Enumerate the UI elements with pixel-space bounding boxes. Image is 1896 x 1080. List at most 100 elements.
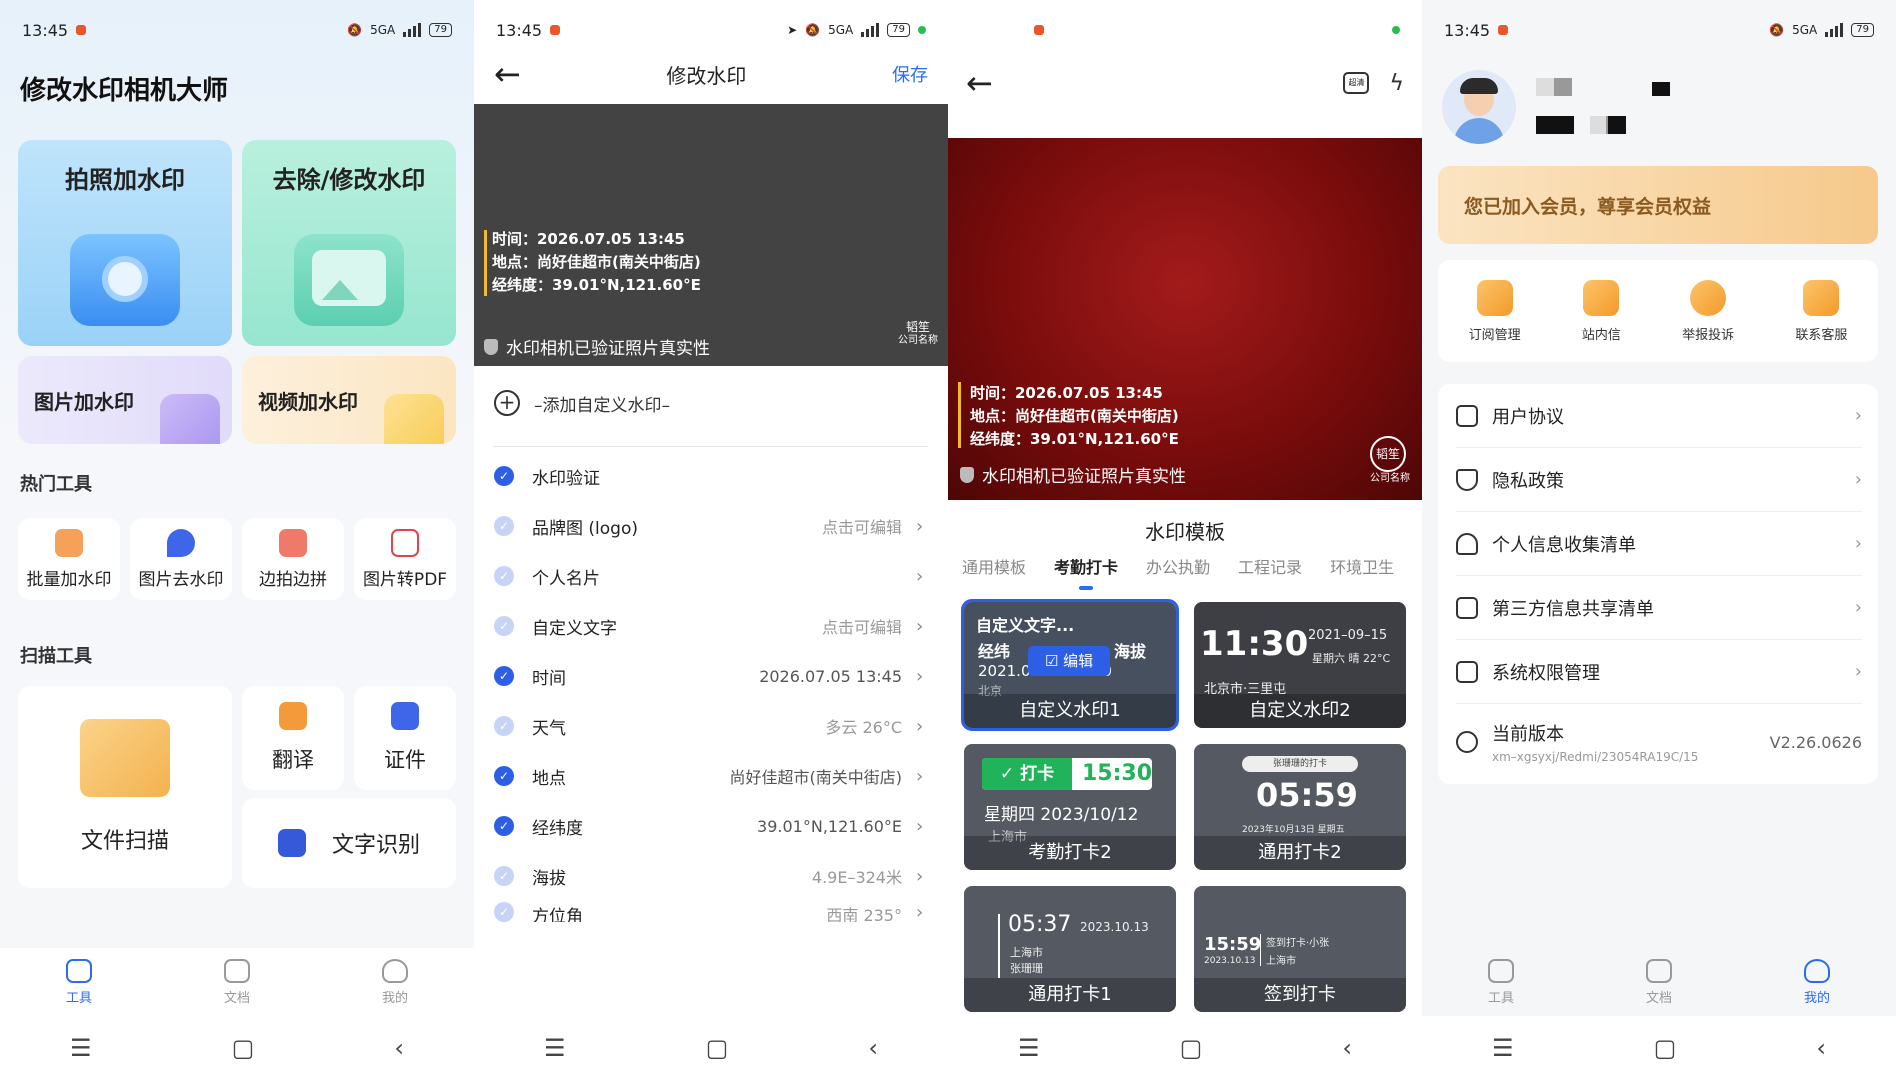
remove-image-watermark-tool[interactable]: 图片去水印 <box>130 518 232 600</box>
menu-privacy-policy[interactable]: 隐私政策 › <box>1456 448 1862 512</box>
setting-row-time[interactable]: ✓ 时间 2026.07.05 13:45 › <box>494 656 928 696</box>
add-custom-watermark-button[interactable]: + –添加自定义水印– <box>494 390 670 416</box>
chevron-right-icon: › <box>916 715 924 737</box>
tab-engineering[interactable]: 工程记录 <box>1238 554 1302 578</box>
vip-banner[interactable]: 您已加入会员，尊享会员权益 <box>1438 166 1878 244</box>
back-nav-button[interactable]: ‹ <box>394 1034 404 1062</box>
tab-mine[interactable]: 我的 <box>1767 958 1867 1006</box>
tab-docs[interactable]: 文档 <box>187 958 287 1006</box>
home-nav-button[interactable]: ▢ <box>1180 1034 1203 1062</box>
report-button[interactable]: 举报投诉 <box>1682 279 1734 343</box>
setting-row-card[interactable]: ✓ 个人名片 › <box>494 556 928 596</box>
tab-docs[interactable]: 文档 <box>1609 958 1709 1006</box>
setting-row-place[interactable]: ✓ 地点 尚好佳超市(南关中街店) › <box>494 756 928 796</box>
edit-template-button[interactable]: ☑ 编辑 <box>1028 646 1110 676</box>
tab-general[interactable]: 通用模板 <box>962 554 1026 578</box>
document-icon <box>224 958 250 983</box>
checkbox-unchecked[interactable]: ✓ <box>494 516 514 536</box>
menu-nav-button[interactable]: ☰ <box>1018 1034 1040 1062</box>
video-watermark-card[interactable]: 视频加水印 <box>242 356 456 444</box>
camera-viewfinder[interactable]: 时间：2026.07.05 13:45 地点：尚好佳超市(南关中街店) 经纬度：… <box>948 138 1422 500</box>
home-nav-button[interactable]: ▢ <box>706 1034 729 1062</box>
back-nav-button[interactable]: ‹ <box>868 1034 878 1062</box>
app-notification-icon <box>550 25 561 35</box>
home-nav-button[interactable]: ▢ <box>232 1034 255 1062</box>
menu-version[interactable]: 当前版本 xm–xgsyxj/Redmi/23054RA19C/15 V2.26.… <box>1456 704 1862 780</box>
template-time: 05:59 <box>1256 776 1358 814</box>
certificate-tool[interactable]: 证件 <box>354 686 456 790</box>
tab-mine[interactable]: 我的 <box>345 958 445 1006</box>
avatar[interactable] <box>1442 70 1516 144</box>
support-button[interactable]: 联系客服 <box>1795 279 1847 343</box>
row-value: 39.01°N,121.60°E <box>757 816 902 836</box>
tab-office[interactable]: 办公执勤 <box>1146 554 1210 578</box>
checkbox-checked[interactable]: ✓ <box>494 816 514 836</box>
setting-row-logo[interactable]: ✓ 品牌图 (logo) 点击可编辑 › <box>494 506 928 546</box>
setting-row-verify[interactable]: ✓ 水印验证 <box>494 456 928 496</box>
chevron-right-icon: › <box>916 765 924 787</box>
menu-nav-button[interactable]: ☰ <box>70 1034 92 1062</box>
menu-nav-button[interactable]: ☰ <box>1492 1034 1514 1062</box>
privacy-indicator-icon <box>918 26 926 34</box>
translate-icon <box>279 702 307 730</box>
checkbox-unchecked[interactable]: ✓ <box>494 566 514 586</box>
template-divider <box>998 914 1000 978</box>
checkbox-checked[interactable]: ✓ <box>494 766 514 786</box>
image-to-pdf-tool[interactable]: 图片转PDF <box>354 518 456 600</box>
setting-row-custom-text[interactable]: ✓ 自定义文字 点击可编辑 › <box>494 606 928 646</box>
subscription-button[interactable]: 订阅管理 <box>1469 279 1521 343</box>
document-icon <box>1456 404 1478 427</box>
file-scan-tool[interactable]: 文件扫描 <box>18 686 232 888</box>
home-nav-button[interactable]: ▢ <box>1654 1034 1677 1062</box>
save-button[interactable]: 保存 <box>892 61 928 87</box>
template-general-1[interactable]: 05:37 2023.10.13 上海市 张珊珊 通用打卡1 <box>964 886 1176 1012</box>
back-arrow-icon[interactable]: ← <box>494 58 521 90</box>
photo-preview: 时间：2026.07.05 13:45 地点：尚好佳超市(南关中街店) 经纬度：… <box>474 104 948 366</box>
flash-off-icon[interactable]: ϟ <box>1389 71 1404 96</box>
template-attendance-2[interactable]: ✓ 打卡 15:30 星期四 2023/10/12 上海市 考勤打卡2 <box>964 744 1176 870</box>
template-sign-in[interactable]: 15:59 2023.10.13 签到打卡·小张 上海市 签到打卡 <box>1194 886 1406 1012</box>
translate-label: 翻译 <box>272 748 314 772</box>
translate-tool[interactable]: 翻译 <box>242 686 344 790</box>
tab-sanitation[interactable]: 环境卫生 <box>1330 554 1394 578</box>
checkbox-unchecked[interactable]: ✓ <box>494 616 514 636</box>
menu-nav-button[interactable]: ☰ <box>544 1034 566 1062</box>
back-arrow-icon[interactable]: ← <box>966 67 993 99</box>
shoot-and-stitch-tool[interactable]: 边拍边拼 <box>242 518 344 600</box>
menu-personal-info-list[interactable]: 个人信息收集清单 › <box>1456 512 1862 576</box>
checkbox-checked[interactable]: ✓ <box>494 666 514 686</box>
inbox-button[interactable]: 站内信 <box>1582 279 1621 343</box>
back-nav-button[interactable]: ‹ <box>1816 1034 1826 1062</box>
setting-row-coord[interactable]: ✓ 经纬度 39.01°N,121.60°E › <box>494 806 928 846</box>
image-watermark-card[interactable]: 图片加水印 <box>18 356 232 444</box>
setting-row-weather[interactable]: ✓ 天气 多云 26°C › <box>494 706 928 746</box>
verify-text: 水印相机已验证照片真实性 <box>506 339 710 359</box>
tab-tools[interactable]: 工具 <box>29 958 129 1006</box>
tab-tools[interactable]: 工具 <box>1451 958 1551 1006</box>
template-custom-2[interactable]: 11:30 2021–09–15 星期六 晴 22°C 北京市·三里屯 自定义水… <box>1194 602 1406 728</box>
setting-row-azimuth[interactable]: ✓ 方位角 西南 235° › <box>494 902 928 922</box>
remove-watermark-card[interactable]: 去除/修改水印 <box>242 140 456 346</box>
checkbox-checked[interactable]: ✓ <box>494 466 514 486</box>
menu-third-party-list[interactable]: 第三方信息共享清单 › <box>1456 576 1862 640</box>
menu-permissions[interactable]: 系统权限管理 › <box>1456 640 1862 704</box>
system-nav-bar: ☰ ▢ ‹ <box>1422 1016 1896 1080</box>
tab-attendance[interactable]: 考勤打卡 <box>1054 554 1118 590</box>
quality-toggle-icon[interactable]: 超清 <box>1343 72 1370 94</box>
template-custom-1[interactable]: 自定义文字... 经纬 海拔 2021.09.15 11:30 北京 ☑ 编辑 … <box>961 599 1179 731</box>
remove-watermark-label: 去除/修改水印 <box>272 166 426 194</box>
template-general-2[interactable]: 张珊珊的打卡 05:59 2023年10月13日 星期五 通用打卡2 <box>1194 744 1406 870</box>
batch-watermark-tool[interactable]: 批量加水印 <box>18 518 120 600</box>
setting-row-altitude[interactable]: ✓ 海拔 4.9E–324米 › <box>494 856 928 896</box>
company-logo: 韬笙 公司名称 <box>1370 436 1410 486</box>
ocr-tool[interactable]: 文字识别 <box>242 798 456 888</box>
checkbox-unchecked[interactable]: ✓ <box>494 716 514 736</box>
status-bar: 13:45 🔕 5GA 79 <box>1422 0 1896 60</box>
edit-label: 编辑 <box>1063 652 1094 670</box>
template-divider <box>1260 934 1261 966</box>
menu-user-agreement[interactable]: 用户协议 › <box>1456 384 1862 448</box>
photo-watermark-card[interactable]: 拍照加水印 <box>18 140 232 346</box>
checkbox-unchecked[interactable]: ✓ <box>494 902 514 922</box>
back-nav-button[interactable]: ‹ <box>1342 1034 1352 1062</box>
checkbox-unchecked[interactable]: ✓ <box>494 866 514 886</box>
